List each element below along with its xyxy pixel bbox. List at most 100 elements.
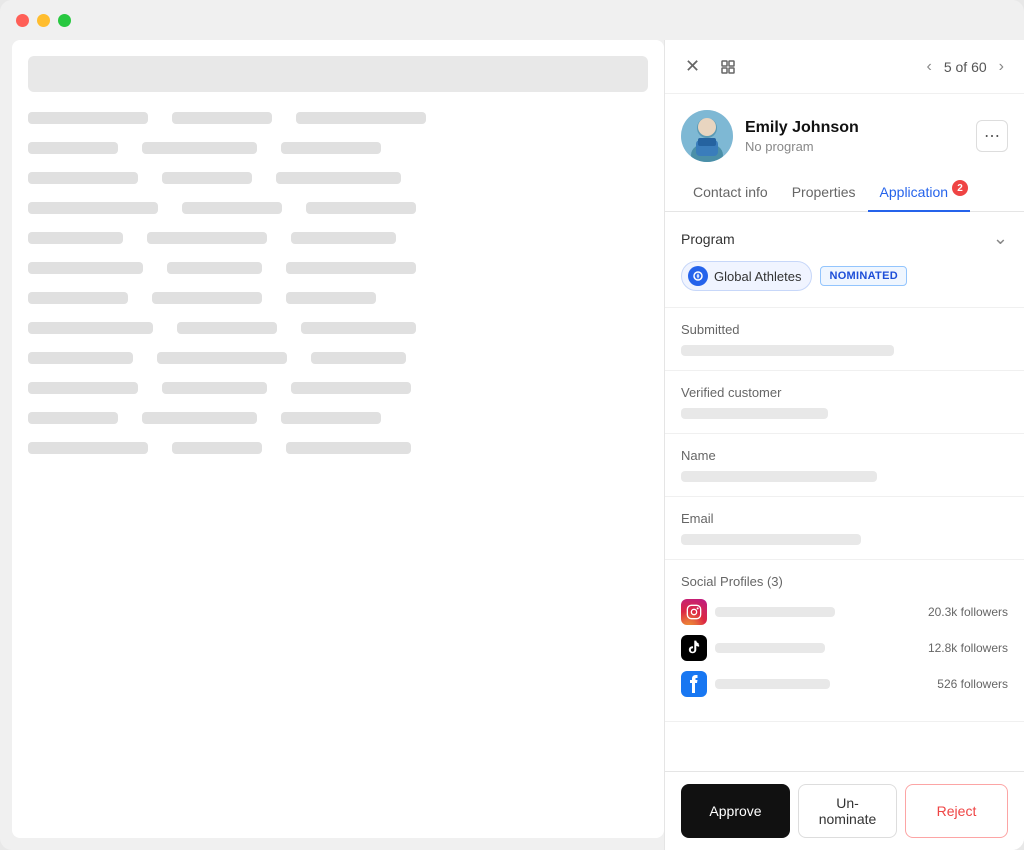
skeleton-cell bbox=[167, 262, 262, 274]
program-icon bbox=[688, 266, 708, 286]
skeleton-cell bbox=[157, 352, 287, 364]
main-content: ✕ ‹ 5 of 60 › bbox=[0, 40, 1024, 850]
detail-panel: ✕ ‹ 5 of 60 › bbox=[664, 40, 1024, 850]
list-item bbox=[28, 382, 648, 394]
section-header: Program ⌄ bbox=[681, 228, 1008, 249]
skeleton-cell bbox=[291, 232, 396, 244]
social-row-tiktok: 12.8k followers bbox=[681, 635, 1008, 661]
titlebar bbox=[0, 0, 1024, 40]
profile-program: No program bbox=[745, 139, 859, 154]
instagram-followers: 20.3k followers bbox=[928, 605, 1008, 619]
section-title: Program bbox=[681, 231, 735, 247]
program-tag: Global Athletes bbox=[681, 261, 812, 291]
list-item bbox=[28, 442, 648, 454]
skeleton-cell bbox=[28, 322, 153, 334]
skeleton-cell bbox=[311, 352, 406, 364]
field-name: Name bbox=[665, 434, 1024, 497]
skeleton-cell bbox=[142, 142, 257, 154]
list-item bbox=[28, 142, 648, 154]
list-panel bbox=[12, 40, 664, 838]
social-row-facebook: 526 followers bbox=[681, 671, 1008, 697]
profile-header: Emily Johnson No program ⋯ bbox=[665, 94, 1024, 174]
list-item bbox=[28, 112, 648, 124]
application-badge: 2 bbox=[952, 180, 968, 196]
list-header-skeleton bbox=[28, 56, 648, 92]
program-row: Global Athletes NOMINATED bbox=[681, 261, 1008, 291]
list-item bbox=[28, 232, 648, 244]
field-value-email bbox=[681, 534, 861, 545]
instagram-username bbox=[715, 607, 835, 617]
approve-button[interactable]: Approve bbox=[681, 784, 790, 838]
skeleton-cell bbox=[152, 292, 262, 304]
more-options-button[interactable]: ⋯ bbox=[976, 120, 1008, 152]
skeleton-cell bbox=[28, 262, 143, 274]
tab-contact-info[interactable]: Contact info bbox=[681, 174, 780, 212]
panel-body: Program ⌄ Global Athletes bbox=[665, 212, 1024, 771]
next-record-button[interactable]: › bbox=[995, 56, 1008, 78]
field-submitted: Submitted bbox=[665, 308, 1024, 371]
field-value-verified bbox=[681, 408, 828, 419]
unnominate-button[interactable]: Un-nominate bbox=[798, 784, 897, 838]
skeleton-cell bbox=[306, 202, 416, 214]
program-name: Global Athletes bbox=[714, 269, 801, 284]
prev-record-button[interactable]: ‹ bbox=[923, 56, 936, 78]
skeleton-cell bbox=[28, 232, 123, 244]
social-row-instagram: 20.3k followers bbox=[681, 599, 1008, 625]
list-item bbox=[28, 352, 648, 364]
program-section: Program ⌄ Global Athletes bbox=[665, 212, 1024, 308]
profile-name: Emily Johnson bbox=[745, 119, 859, 137]
field-value-name bbox=[681, 471, 877, 482]
minimize-dot[interactable] bbox=[37, 14, 50, 27]
facebook-username bbox=[715, 679, 830, 689]
panel-toolbar: ✕ ‹ 5 of 60 › bbox=[665, 40, 1024, 94]
skeleton-cell bbox=[172, 112, 272, 124]
facebook-icon bbox=[681, 671, 707, 697]
toolbar-left: ✕ bbox=[681, 54, 740, 79]
list-item bbox=[28, 412, 648, 424]
list-item bbox=[28, 262, 648, 274]
skeleton-cell bbox=[28, 142, 118, 154]
profile-text: Emily Johnson No program bbox=[745, 119, 859, 154]
close-dot[interactable] bbox=[16, 14, 29, 27]
skeleton-cell bbox=[291, 382, 411, 394]
skeleton-cell bbox=[28, 172, 138, 184]
skeleton-cell bbox=[28, 112, 148, 124]
skeleton-cell bbox=[182, 202, 282, 214]
field-label-name: Name bbox=[681, 448, 1008, 463]
skeleton-cell bbox=[177, 322, 277, 334]
tab-properties[interactable]: Properties bbox=[780, 174, 868, 212]
avatar bbox=[681, 110, 733, 162]
section-chevron-icon[interactable]: ⌄ bbox=[993, 228, 1008, 249]
social-profiles-label: Social Profiles (3) bbox=[681, 574, 1008, 589]
skeleton-cell bbox=[162, 172, 252, 184]
record-counter: 5 of 60 bbox=[944, 59, 987, 75]
social-profiles-section: Social Profiles (3) 20.3k followers bbox=[665, 560, 1024, 722]
app-window: ✕ ‹ 5 of 60 › bbox=[0, 0, 1024, 850]
skeleton-cell bbox=[142, 412, 257, 424]
list-item bbox=[28, 322, 648, 334]
avatar-image bbox=[681, 110, 733, 162]
field-label-verified: Verified customer bbox=[681, 385, 1008, 400]
skeleton-cell bbox=[28, 292, 128, 304]
expand-button[interactable] bbox=[716, 54, 740, 79]
field-email: Email bbox=[665, 497, 1024, 560]
skeleton-cell bbox=[296, 112, 426, 124]
skeleton-cell bbox=[147, 232, 267, 244]
skeleton-cell bbox=[28, 382, 138, 394]
tabs: Contact info Properties Application 2 bbox=[665, 174, 1024, 212]
close-button[interactable]: ✕ bbox=[681, 54, 704, 79]
skeleton-cell bbox=[162, 382, 267, 394]
tiktok-username bbox=[715, 643, 825, 653]
panel-actions: Approve Un-nominate Reject bbox=[665, 771, 1024, 850]
skeleton-cell bbox=[286, 442, 411, 454]
skeleton-cell bbox=[28, 412, 118, 424]
skeleton-cell bbox=[281, 142, 381, 154]
field-label-submitted: Submitted bbox=[681, 322, 1008, 337]
skeleton-cell bbox=[28, 202, 158, 214]
reject-button[interactable]: Reject bbox=[905, 784, 1008, 838]
field-value-submitted bbox=[681, 345, 894, 356]
profile-info: Emily Johnson No program bbox=[681, 110, 859, 162]
maximize-dot[interactable] bbox=[58, 14, 71, 27]
tab-application[interactable]: Application 2 bbox=[868, 174, 971, 212]
skeleton-cell bbox=[281, 412, 381, 424]
